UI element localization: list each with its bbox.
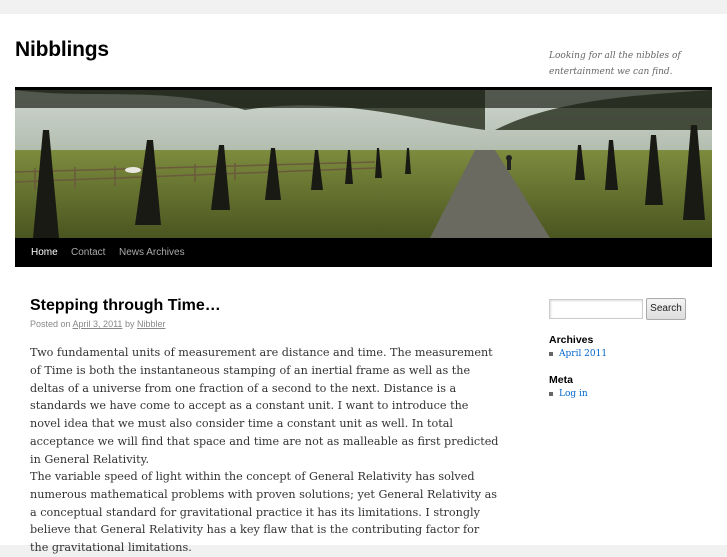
- search-button[interactable]: Search: [646, 298, 686, 320]
- site-tagline: Looking for all the nibbles of entertain…: [549, 51, 681, 77]
- header-banner: [15, 87, 712, 239]
- main-nav: Home Contact News Archives: [15, 238, 712, 267]
- top-strip: [0, 0, 727, 14]
- post-meta-prefix: Posted on: [30, 319, 71, 329]
- nav-item-news-archives[interactable]: News Archives: [119, 238, 185, 267]
- post-title[interactable]: Stepping through Time…: [30, 297, 221, 315]
- archives-title: Archives: [549, 334, 594, 346]
- meta-item-label[interactable]: Log in: [559, 389, 588, 399]
- archives-item[interactable]: April 2011: [549, 349, 607, 359]
- post-paragraph-1: Two fundamental units of measurement are…: [30, 346, 499, 466]
- archives-item-label[interactable]: April 2011: [559, 349, 607, 359]
- page: Nibblings Looking for all the nibbles of…: [0, 14, 727, 554]
- site-title[interactable]: Nibblings: [15, 38, 109, 62]
- meta-item-login[interactable]: Log in: [549, 389, 588, 399]
- bullet-icon: [549, 391, 553, 396]
- post-meta-by: by: [124, 319, 135, 329]
- post-paragraph-2: The variable speed of light within the c…: [30, 470, 498, 555]
- bullet-icon: [549, 351, 553, 356]
- post-date-link[interactable]: April 3, 2011: [73, 319, 123, 329]
- meta-title: Meta: [549, 374, 573, 386]
- post-meta: Posted on April 3, 2011 by Nibbler: [30, 319, 165, 329]
- search-input[interactable]: [549, 299, 643, 319]
- nav-item-home[interactable]: Home: [31, 238, 58, 267]
- post-author-link[interactable]: Nibbler: [137, 319, 166, 329]
- nav-item-contact[interactable]: Contact: [71, 238, 105, 267]
- banner-image: [15, 90, 712, 238]
